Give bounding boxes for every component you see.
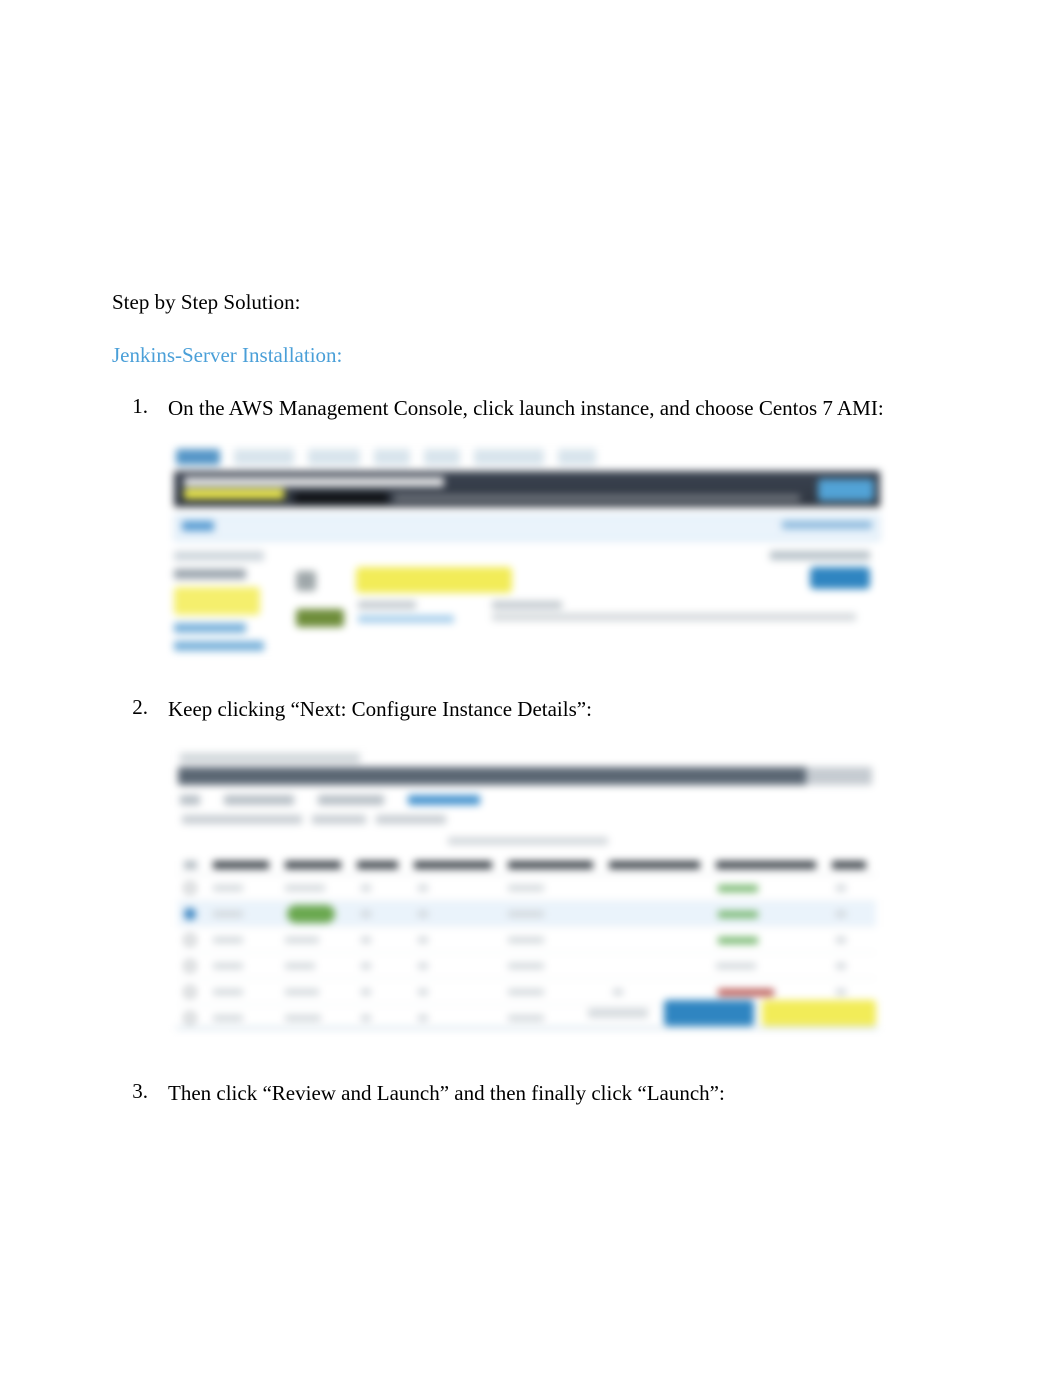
step-3: 3. Then click “Review and Launch” and th…	[112, 1079, 962, 1108]
instance-type-table	[178, 855, 876, 993]
cancel-exit-link[interactable]	[818, 479, 874, 501]
review-and-launch-button[interactable]	[664, 1000, 754, 1026]
cancel-link[interactable]	[588, 1008, 648, 1018]
section-heading: Step by Step Solution:	[112, 290, 962, 315]
aws-instance-type-screenshot	[168, 745, 886, 1035]
select-ami-button[interactable]	[810, 567, 870, 589]
step-1-number: 1.	[112, 394, 168, 423]
aws-ami-selection-screenshot	[168, 443, 886, 651]
centos-7-ami-title	[356, 567, 512, 593]
table-row[interactable]	[178, 875, 876, 901]
instance-filter-tabs	[180, 795, 480, 805]
ami-os-icon	[296, 571, 316, 591]
step-2-text: Keep clicking “Next: Configure Instance …	[168, 695, 592, 724]
screenshot-1	[168, 443, 962, 651]
next-configure-instance-button[interactable]	[762, 1000, 876, 1026]
free-tier-eligible-badge	[287, 905, 335, 923]
community-amis-link[interactable]	[174, 623, 246, 633]
step-2: 2. Keep clicking “Next: Configure Instan…	[112, 695, 962, 724]
ami-filter-sidebar	[174, 551, 284, 651]
wizard-tabs	[176, 449, 596, 465]
step-3-text: Then click “Review and Launch” and then …	[168, 1079, 725, 1108]
subsection-heading: Jenkins-Server Installation:	[112, 343, 962, 368]
table-row[interactable]	[178, 953, 876, 979]
ami-search-input[interactable]	[174, 515, 880, 541]
step-1: 1. On the AWS Management Console, click …	[112, 394, 962, 423]
table-row[interactable]	[178, 927, 876, 953]
step-2-number: 2.	[112, 695, 168, 724]
step-3-number: 3.	[112, 1079, 168, 1108]
screenshot-2	[168, 745, 962, 1035]
step-1-text: On the AWS Management Console, click lau…	[168, 394, 884, 423]
table-row-selected[interactable]	[178, 901, 876, 927]
free-tier-badge	[296, 609, 344, 627]
aws-marketplace-filter[interactable]	[174, 587, 260, 615]
